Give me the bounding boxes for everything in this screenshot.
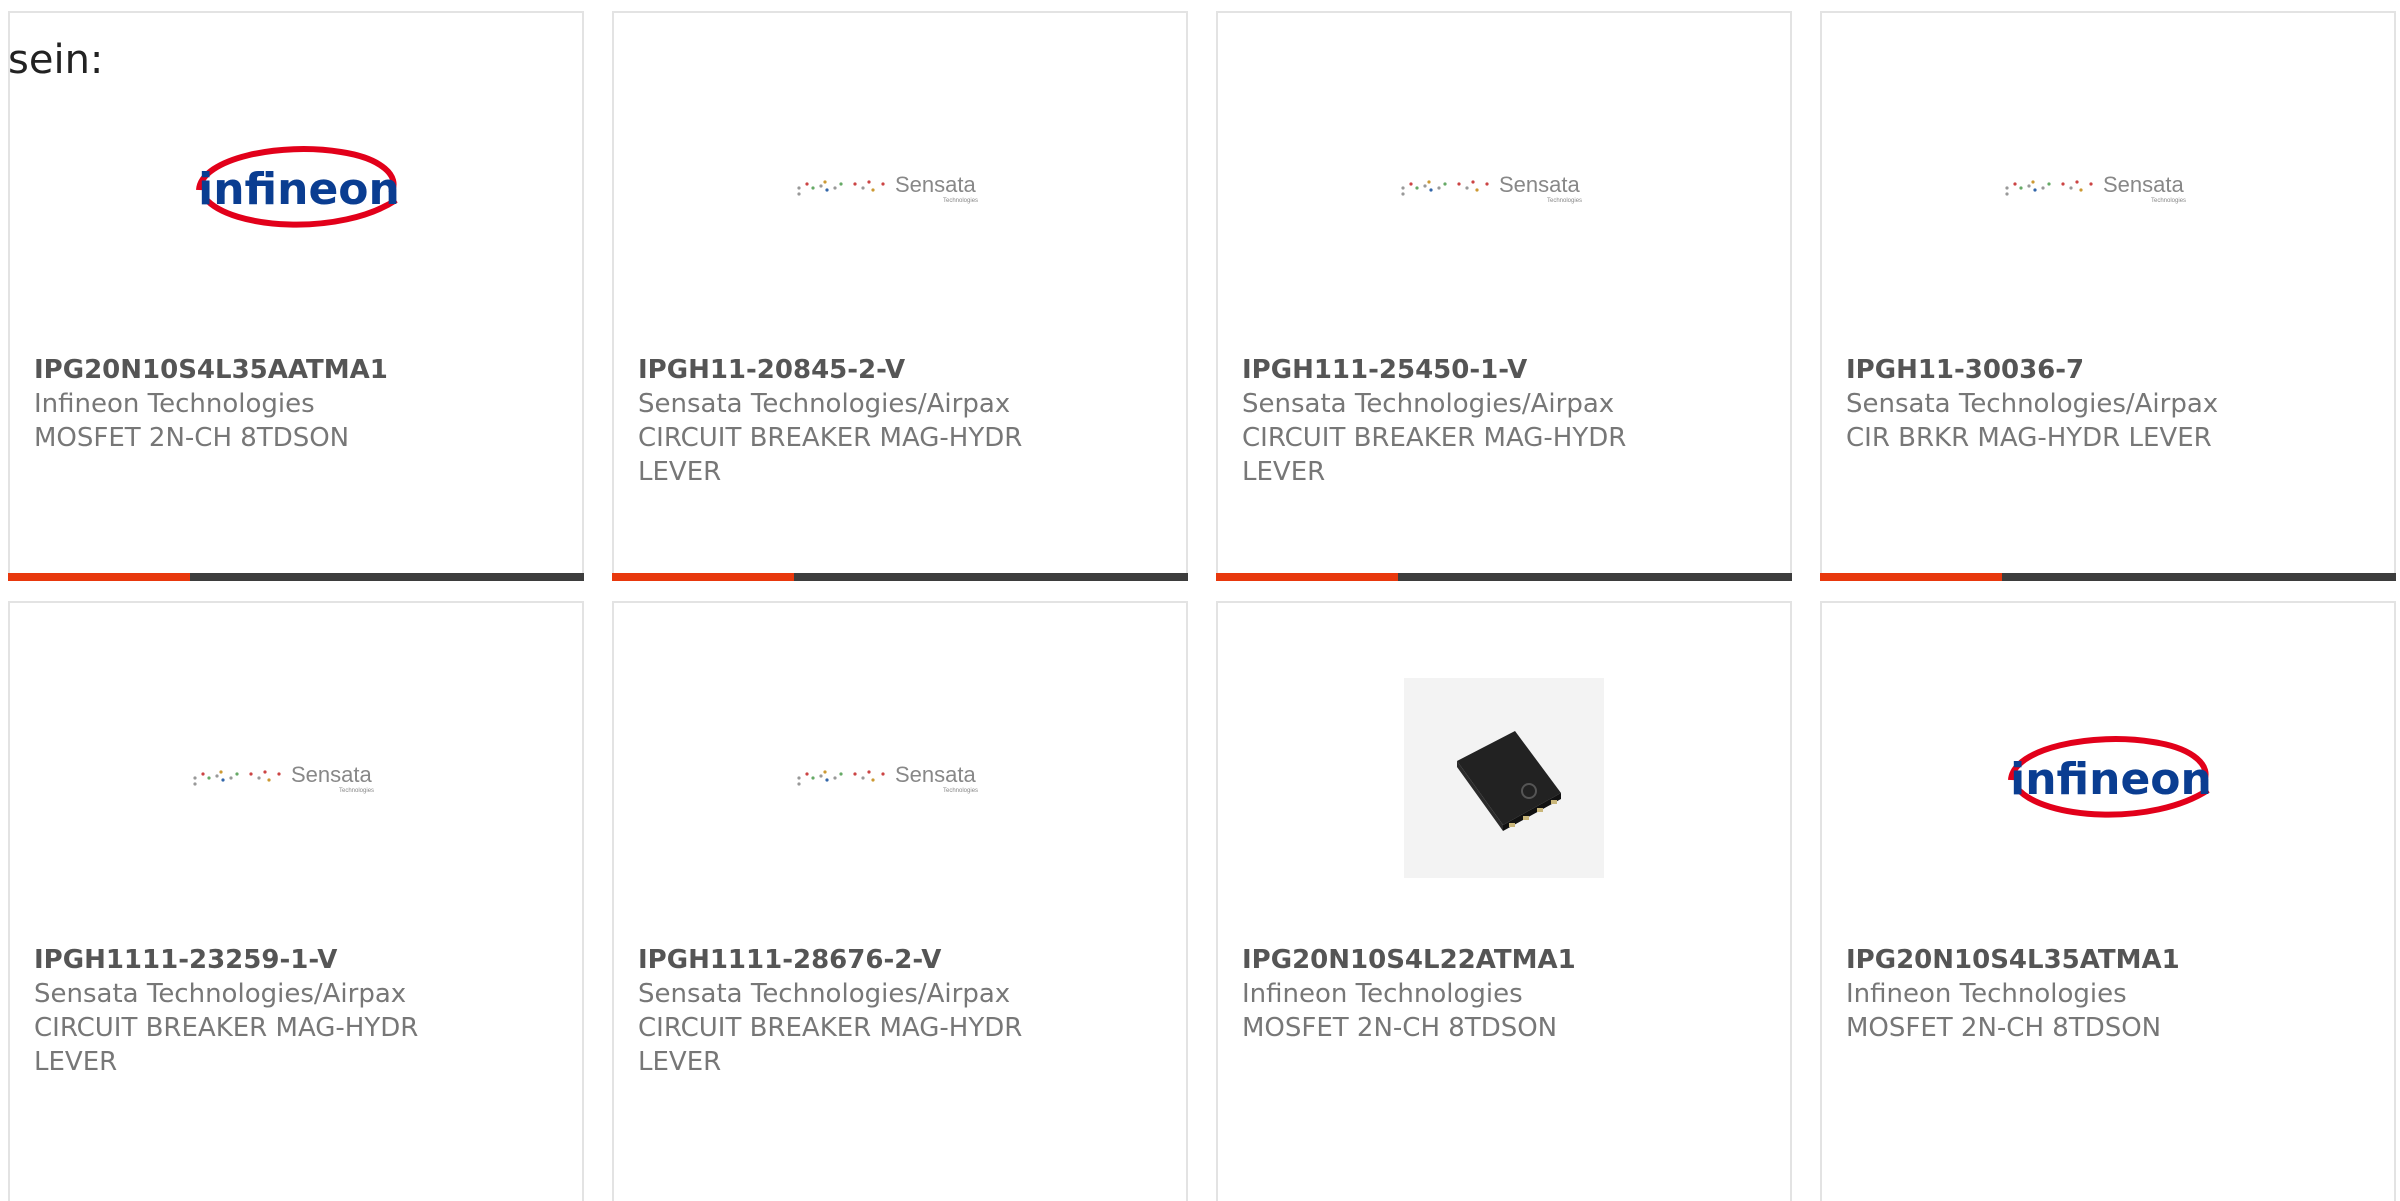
product-image: Sensata Technologies xyxy=(614,603,1186,953)
sensata-logo-icon: Sensata Technologies xyxy=(193,762,374,794)
description: MOSFET 2N-CH 8TDSON xyxy=(34,423,350,453)
product-card[interactable]: Sensata Technologies IPGH1111-28676-2-V … xyxy=(612,601,1188,1201)
part-number[interactable]: IPG20N10S4L35ATMA1 xyxy=(1846,943,2374,977)
product-image: Sensata Technologies xyxy=(614,13,1186,363)
product-info: IPGH11-30036-7 Sensata Technologies/Airp… xyxy=(1846,353,2374,455)
part-number[interactable]: IPGH11-20845-2-V xyxy=(638,353,1166,387)
manufacturer: Sensata Technologies/Airpax xyxy=(1846,389,2219,419)
sensata-logo-text: Sensata xyxy=(1499,172,1580,197)
description: CIRCUIT BREAKER MAG-HYDR LEVER xyxy=(1242,423,1627,487)
part-number[interactable]: IPGH111-25450-1-V xyxy=(1242,353,1770,387)
product-info: IPGH111-25450-1-V Sensata Technologies/A… xyxy=(1242,353,1770,489)
sensata-logo-subtext: Technologies xyxy=(943,788,978,794)
description: CIR BRKR MAG-HYDR LEVER xyxy=(1846,423,2212,453)
card-bar xyxy=(1216,573,1792,581)
sensata-logo-icon: Sensata Technologies xyxy=(797,762,978,794)
sensata-logo-text: Sensata xyxy=(291,762,372,787)
product-image: Sensata Technologies xyxy=(1822,13,2394,363)
sensata-logo-icon: Sensata Technologies xyxy=(1401,172,1582,204)
product-card[interactable]: Sensata Technologies IPGH11-30036-7 Sens… xyxy=(1820,11,2396,581)
manufacturer: Sensata Technologies/Airpax xyxy=(34,979,407,1009)
product-info: IPG20N10S4L35ATMA1 Infineon Technologies… xyxy=(1846,943,2374,1045)
description: MOSFET 2N-CH 8TDSON xyxy=(1846,1013,2162,1043)
part-number[interactable]: IPGH1111-28676-2-V xyxy=(638,943,1166,977)
sensata-logo-text: Sensata xyxy=(895,762,976,787)
infineon-logo-text: infineon xyxy=(2010,754,2212,805)
product-card[interactable]: infineon IPG20N10S4L35AATMA1 Infineon Te… xyxy=(8,11,584,581)
description: CIRCUIT BREAKER MAG-HYDR LEVER xyxy=(34,1013,419,1077)
intro-text: sein: xyxy=(8,37,104,83)
card-bar xyxy=(612,573,1188,581)
description: CIRCUIT BREAKER MAG-HYDR LEVER xyxy=(638,1013,1023,1077)
infineon-logo-icon: infineon xyxy=(196,146,400,228)
product-card[interactable]: infineon IPG20N10S4L35ATMA1 Infineon Tec… xyxy=(1820,601,2396,1201)
manufacturer: Infineon Technologies xyxy=(34,389,315,419)
sensata-logo-text: Sensata xyxy=(895,172,976,197)
card-bar xyxy=(1820,573,2396,581)
part-number[interactable]: IPGH11-30036-7 xyxy=(1846,353,2374,387)
part-number[interactable]: IPGH1111-23259-1-V xyxy=(34,943,562,977)
product-image: Sensata Technologies xyxy=(1218,13,1790,363)
mosfet-chip-icon xyxy=(1457,731,1561,831)
manufacturer: Sensata Technologies/Airpax xyxy=(1242,389,1615,419)
description: CIRCUIT BREAKER MAG-HYDR LEVER xyxy=(638,423,1023,487)
card-bar-accent xyxy=(612,573,794,581)
part-number[interactable]: IPG20N10S4L22ATMA1 xyxy=(1242,943,1770,977)
manufacturer: Sensata Technologies/Airpax xyxy=(638,979,1011,1009)
part-number[interactable]: IPG20N10S4L35AATMA1 xyxy=(34,353,562,387)
infineon-logo-text: infineon xyxy=(198,164,400,215)
product-grid: infineon IPG20N10S4L35AATMA1 Infineon Te… xyxy=(0,0,2400,1201)
sensata-logo-text: Sensata xyxy=(2103,172,2184,197)
sensata-logo-subtext: Technologies xyxy=(2151,198,2186,204)
card-bar-accent xyxy=(1820,573,2002,581)
infineon-logo-icon: infineon xyxy=(2008,736,2212,818)
product-info: IPG20N10S4L35AATMA1 Infineon Technologie… xyxy=(34,353,562,455)
product-card[interactable]: Sensata Technologies IPGH1111-23259-1-V … xyxy=(8,601,584,1201)
card-bar-accent xyxy=(1216,573,1398,581)
product-info: IPGH1111-28676-2-V Sensata Technologies/… xyxy=(638,943,1166,1079)
card-bar xyxy=(8,573,584,581)
card-bar-accent xyxy=(8,573,190,581)
sensata-logo-icon: Sensata Technologies xyxy=(2005,172,2186,204)
product-image xyxy=(1218,603,1790,953)
chip-photo xyxy=(1404,678,1604,878)
product-info: IPGH1111-23259-1-V Sensata Technologies/… xyxy=(34,943,562,1079)
product-card[interactable]: Sensata Technologies IPGH111-25450-1-V S… xyxy=(1216,11,1792,581)
manufacturer: Infineon Technologies xyxy=(1846,979,2127,1009)
sensata-logo-subtext: Technologies xyxy=(1547,198,1582,204)
product-image: infineon xyxy=(1822,603,2394,953)
product-card[interactable]: Sensata Technologies IPGH11-20845-2-V Se… xyxy=(612,11,1188,581)
product-info: IPGH11-20845-2-V Sensata Technologies/Ai… xyxy=(638,353,1166,489)
product-info: IPG20N10S4L22ATMA1 Infineon Technologies… xyxy=(1242,943,1770,1045)
sensata-logo-subtext: Technologies xyxy=(943,198,978,204)
sensata-logo-subtext: Technologies xyxy=(339,788,374,794)
description: MOSFET 2N-CH 8TDSON xyxy=(1242,1013,1558,1043)
product-image: Sensata Technologies xyxy=(10,603,582,953)
manufacturer: Sensata Technologies/Airpax xyxy=(638,389,1011,419)
sensata-logo-icon: Sensata Technologies xyxy=(797,172,978,204)
product-card[interactable]: IPG20N10S4L22ATMA1 Infineon Technologies… xyxy=(1216,601,1792,1201)
manufacturer: Infineon Technologies xyxy=(1242,979,1523,1009)
